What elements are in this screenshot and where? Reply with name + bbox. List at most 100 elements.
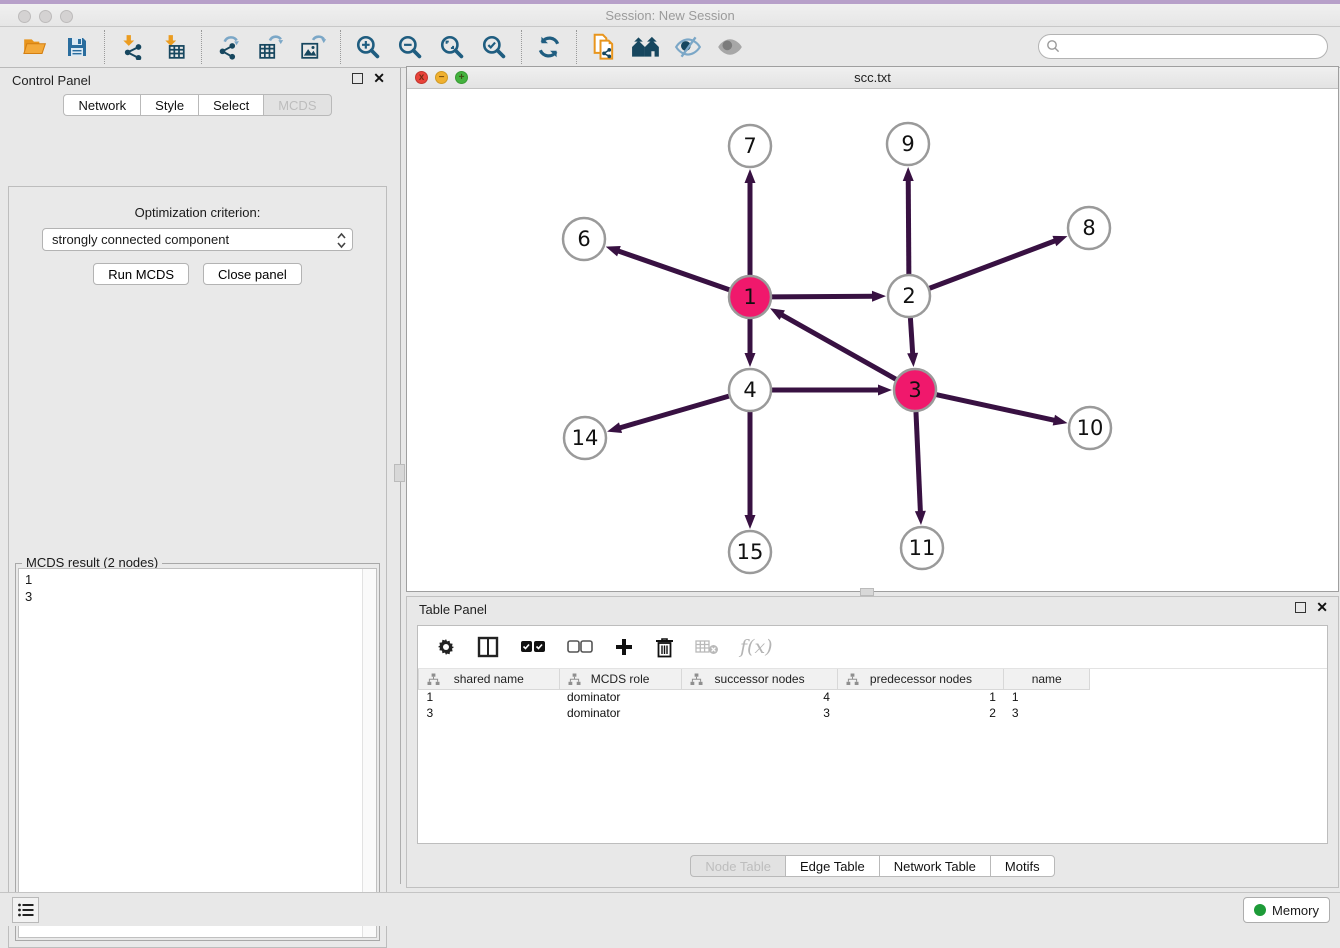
network-close-button[interactable]: x — [415, 71, 428, 84]
tab-style[interactable]: Style — [140, 94, 198, 116]
run-mcds-button[interactable]: Run MCDS — [93, 263, 189, 285]
open-session-icon[interactable] — [20, 32, 50, 62]
table-row[interactable]: 1dominator411 — [419, 689, 1090, 705]
edge-arrowhead — [745, 169, 756, 183]
edge-2-3[interactable] — [910, 318, 912, 356]
edge-1-6[interactable] — [616, 250, 729, 290]
column-header-name[interactable]: name — [1004, 669, 1090, 689]
refresh-layout-icon[interactable] — [534, 32, 564, 62]
graph-node-label: 2 — [902, 284, 915, 308]
zoom-selected-icon[interactable] — [479, 32, 509, 62]
edge-2-8[interactable] — [930, 240, 1058, 288]
search-input[interactable] — [1038, 34, 1328, 59]
graph-node-label: 11 — [909, 536, 936, 560]
tab-network-table[interactable]: Network Table — [879, 855, 990, 877]
zoom-out-icon[interactable] — [395, 32, 425, 62]
close-panel-icon[interactable]: ✕ — [373, 73, 385, 84]
network-window-titlebar[interactable]: x − + scc.txt — [407, 67, 1338, 89]
memory-button[interactable]: Memory — [1243, 897, 1330, 923]
edge-2-9[interactable] — [908, 178, 909, 274]
network-minimize-button[interactable]: − — [435, 71, 448, 84]
column-header-successor-nodes[interactable]: successor nodes — [681, 669, 838, 689]
deselect-all-icon[interactable] — [567, 640, 593, 654]
table-cell[interactable]: 1 — [1004, 689, 1090, 705]
function-builder-icon[interactable]: f(x) — [740, 636, 773, 658]
table-cell[interactable]: 2 — [838, 705, 1004, 721]
mcds-result-item[interactable]: 3 — [25, 588, 376, 605]
edge-3-1[interactable] — [780, 314, 896, 380]
eye-slash-icon[interactable] — [673, 32, 703, 62]
delete-table-icon[interactable] — [695, 639, 719, 655]
horizontal-splitter-knob[interactable] — [860, 588, 874, 596]
task-history-button[interactable] — [12, 897, 39, 923]
search-icon — [1046, 39, 1061, 57]
edge-4-14[interactable] — [618, 396, 729, 428]
gear-icon[interactable] — [436, 637, 456, 657]
column-header-shared-name[interactable]: shared name — [419, 669, 560, 689]
column-header-predecessor-nodes[interactable]: predecessor nodes — [838, 669, 1004, 689]
import-table-icon[interactable] — [159, 32, 189, 62]
houses-icon[interactable] — [631, 32, 661, 62]
network-canvas[interactable]: 7968124314101511 — [407, 89, 1338, 591]
zoom-in-icon[interactable] — [353, 32, 383, 62]
split-view-icon[interactable] — [477, 636, 499, 658]
tab-node-table[interactable]: Node Table — [690, 855, 785, 877]
zoom-fit-icon[interactable] — [437, 32, 467, 62]
edge-arrowhead — [903, 167, 914, 181]
table-cell[interactable]: 3 — [419, 705, 560, 721]
save-session-icon[interactable] — [62, 32, 92, 62]
table-panel-tabs: Node TableEdge TableNetwork TableMotifs — [407, 855, 1338, 877]
table-cell[interactable]: 3 — [681, 705, 838, 721]
delete-column-icon[interactable] — [655, 637, 674, 658]
mcds-tab-content: Optimization criterion: strongly connect… — [8, 186, 387, 948]
export-image-icon[interactable] — [298, 32, 328, 62]
tab-mcds[interactable]: MCDS — [263, 94, 331, 116]
edge-3-10[interactable] — [936, 395, 1056, 421]
graph-node-label: 6 — [577, 227, 590, 251]
float-table-panel-icon[interactable] — [1295, 602, 1306, 613]
copy-network-icon[interactable] — [589, 32, 619, 62]
table-cell[interactable]: 3 — [1004, 705, 1090, 721]
table-cell[interactable]: dominator — [559, 705, 681, 721]
float-panel-icon[interactable] — [352, 73, 363, 84]
graph-node-label: 9 — [901, 132, 914, 156]
criterion-dropdown[interactable]: strongly connected component — [42, 228, 353, 251]
table-row[interactable]: 3dominator323 — [419, 705, 1090, 721]
edge-arrowhead — [907, 353, 918, 367]
graph-node-label: 14 — [572, 426, 599, 450]
close-panel-button[interactable]: Close panel — [203, 263, 302, 285]
column-header-MCDS-role[interactable]: MCDS role — [559, 669, 681, 689]
mcds-result-item[interactable]: 1 — [25, 571, 376, 588]
network-view-window: x − + scc.txt 7968124314101511 — [406, 66, 1339, 592]
export-network-icon[interactable] — [214, 32, 244, 62]
close-table-panel-icon[interactable]: ✕ — [1316, 602, 1328, 613]
edge-3-11[interactable] — [916, 412, 921, 514]
edge-arrowhead — [878, 385, 892, 396]
network-graph[interactable]: 7968124314101511 — [407, 89, 1338, 591]
edge-arrowhead — [607, 422, 622, 433]
memory-label: Memory — [1272, 903, 1319, 918]
table-cell[interactable]: dominator — [559, 689, 681, 705]
edge-1-2[interactable] — [772, 296, 875, 297]
search-container — [1038, 34, 1328, 59]
table-cell[interactable]: 4 — [681, 689, 838, 705]
result-scrollbar[interactable] — [362, 569, 376, 937]
table-cell[interactable]: 1 — [419, 689, 560, 705]
mcds-result-list[interactable]: 13 — [18, 568, 377, 938]
list-icon — [17, 902, 35, 918]
graph-node-label: 8 — [1082, 216, 1095, 240]
tab-network[interactable]: Network — [63, 94, 140, 116]
add-column-icon[interactable] — [614, 637, 634, 657]
select-all-icon[interactable] — [520, 640, 546, 654]
tab-select[interactable]: Select — [198, 94, 263, 116]
table-cell[interactable]: 1 — [838, 689, 1004, 705]
main-toolbar — [0, 27, 1340, 68]
network-maximize-button[interactable]: + — [455, 71, 468, 84]
vertical-splitter-knob[interactable] — [394, 464, 405, 482]
criterion-dropdown-value: strongly connected component — [52, 232, 229, 247]
import-network-icon[interactable] — [117, 32, 147, 62]
tab-motifs[interactable]: Motifs — [990, 855, 1055, 877]
tab-edge-table[interactable]: Edge Table — [785, 855, 879, 877]
eye-icon[interactable] — [715, 32, 745, 62]
export-table-icon[interactable] — [256, 32, 286, 62]
